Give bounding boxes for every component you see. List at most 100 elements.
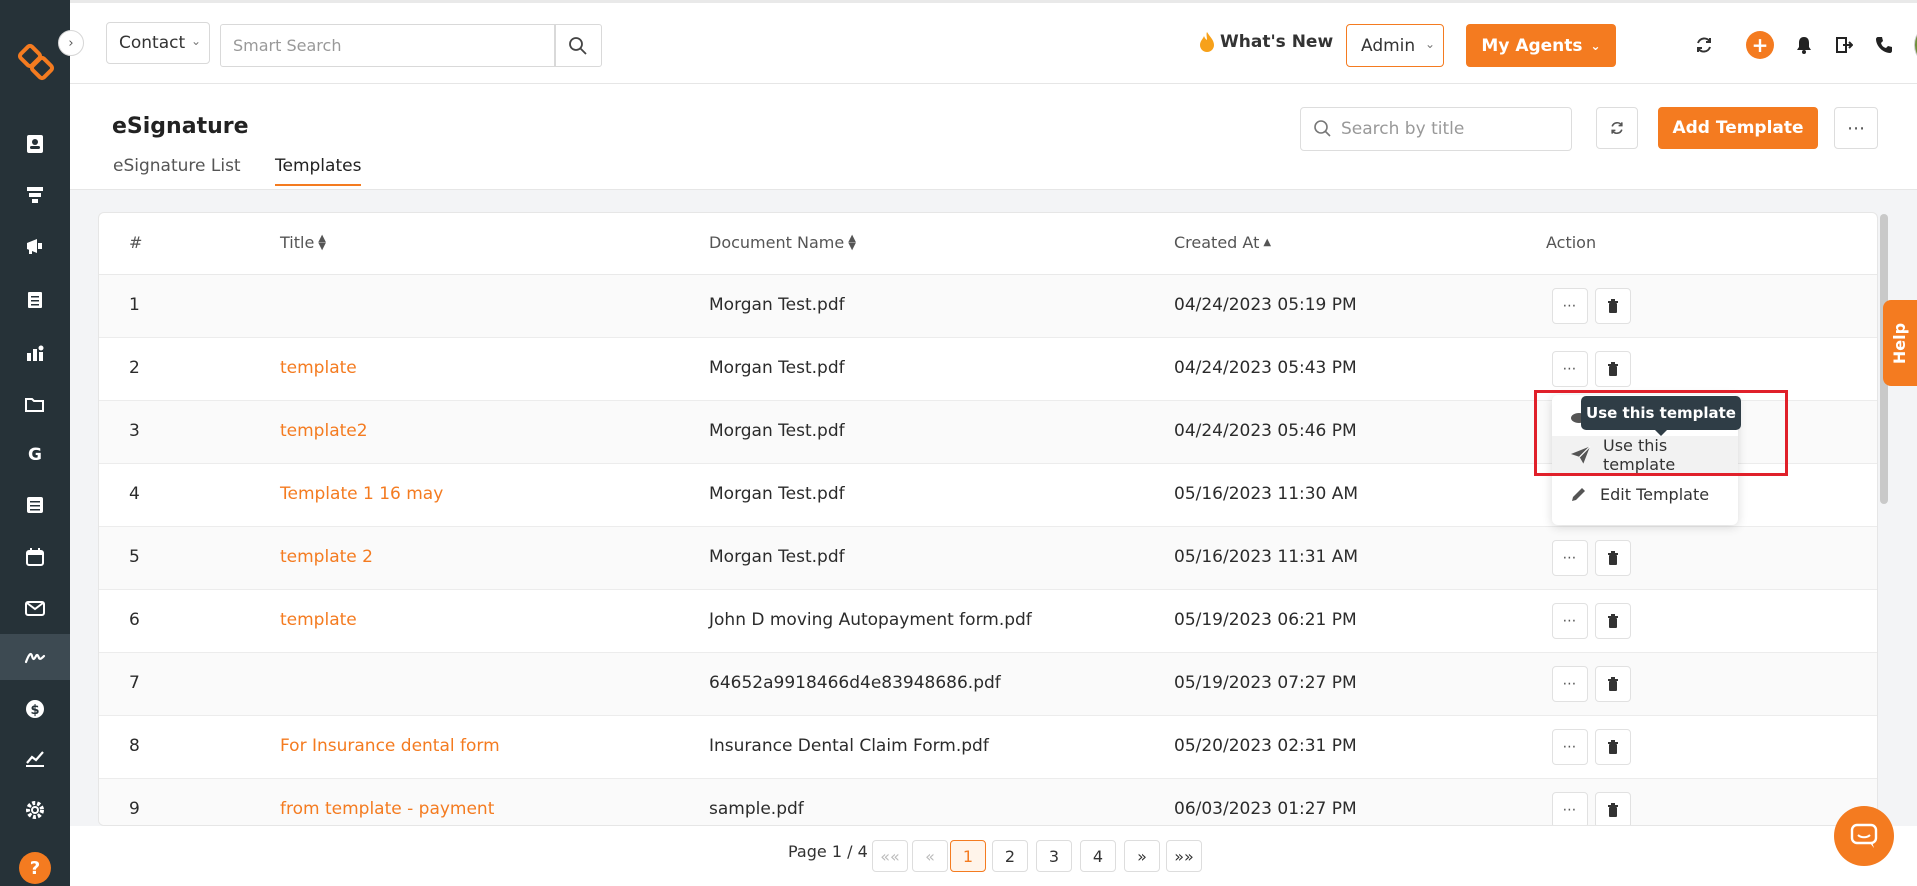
next-page-button[interactable]: » [1124,840,1160,872]
sidebar-item-sheets[interactable] [0,482,70,528]
help-icon[interactable]: ? [19,852,51,884]
pencil-icon [1572,488,1585,501]
row-delete-button[interactable] [1595,603,1631,639]
sidebar-item-reports[interactable] [0,736,70,782]
bell-icon[interactable] [1792,33,1816,57]
page-button-3[interactable]: 3 [1036,840,1072,872]
template-title-link[interactable]: template 2 [280,547,373,567]
chart-icon [26,751,44,767]
left-sidebar: G $ ? [0,0,70,886]
sidebar-item-lists[interactable] [0,277,70,323]
chat-icon[interactable] [1834,806,1894,866]
sidebar-item-google[interactable]: G [0,431,70,477]
menu-item-edit-template[interactable]: Edit Template [1552,475,1738,513]
edit-template-label: Edit Template [1600,484,1710,504]
row-more-button[interactable]: ⋯ [1552,729,1588,765]
column-header-created[interactable]: Created At ▲ [1174,233,1271,252]
add-template-button[interactable]: Add Template [1658,107,1818,149]
tab-esignature-list[interactable]: eSignature List [113,156,241,184]
last-page-button[interactable]: »» [1166,840,1202,872]
search-button[interactable] [554,24,602,67]
row-delete-button[interactable] [1595,729,1631,765]
table-row: 1 Morgan Test.pdf 04/24/2023 05:19 PM ⋯ [99,275,1877,338]
row-delete-button[interactable] [1595,666,1631,702]
sidebar-item-campaigns[interactable] [0,223,70,269]
table-row: 7 64652a9918466d4e83948686.pdf 05/19/2023 … [99,653,1877,716]
list-icon [28,292,42,308]
trash-icon [1608,614,1618,628]
sidebar-toggle-chevron-icon[interactable]: › [58,30,84,56]
my-agents-button[interactable]: My Agents ⌄ [1466,24,1616,67]
row-number: 1 [129,295,140,315]
chevron-down-icon: ⌄ [190,34,201,48]
row-delete-button[interactable] [1595,351,1631,387]
page-button-2[interactable]: 2 [992,840,1028,872]
row-delete-button[interactable] [1595,540,1631,576]
app-root: G $ ? › Contact ⌄ Smart Search What's Ne… [0,0,1917,886]
row-number: 6 [129,610,140,630]
phone-icon[interactable] [1872,33,1896,57]
sidebar-item-mail[interactable] [0,585,70,631]
sort-icon: ▲ ▼ [318,232,326,252]
document-name: 64652a9918466d4e83948686.pdf [709,673,1001,693]
prev-page-button[interactable]: « [912,840,948,872]
admin-select[interactable]: Admin ⌄ [1346,24,1444,67]
created-at: 05/19/2023 06:21 PM [1174,610,1357,630]
template-title-link[interactable]: from template - payment [280,799,494,819]
add-icon[interactable]: + [1746,31,1774,59]
help-side-tab[interactable]: Help [1883,300,1917,386]
template-title-link[interactable]: template [280,610,357,630]
row-delete-button[interactable] [1595,792,1631,825]
first-page-button[interactable]: «« [872,840,908,872]
sidebar-item-esignature[interactable] [0,634,70,680]
row-number: 4 [129,484,140,504]
row-more-button[interactable]: ⋯ [1552,666,1588,702]
row-more-button[interactable]: ⋯ [1552,792,1588,825]
logout-icon[interactable] [1832,33,1856,57]
row-more-button[interactable]: ⋯ [1552,351,1588,387]
my-agents-label: My Agents [1481,35,1583,56]
brand-logo[interactable] [16,42,56,82]
sidebar-item-billing[interactable]: $ [0,686,70,732]
sidebar-item-team[interactable] [0,330,70,376]
table-row: 8 For Insurance dental form Insurance Dent… [99,716,1877,779]
sidebar-item-pipeline[interactable] [0,172,70,218]
smart-search-input[interactable]: Smart Search [220,24,556,67]
more-options-button[interactable]: ⋯ [1834,107,1878,149]
column-header-title[interactable]: Title ▲ ▼ [280,233,326,252]
sort-icon: ▲ ▼ [848,232,856,252]
sidebar-item-calendar[interactable] [0,534,70,580]
template-title-link[interactable]: template [280,358,357,378]
template-title-link[interactable]: For Insurance dental form [280,736,500,756]
title-search-input[interactable]: Search by title [1300,107,1572,151]
sidebar-item-files[interactable] [0,381,70,427]
created-at: 04/24/2023 05:43 PM [1174,358,1357,378]
page-button-4[interactable]: 4 [1080,840,1116,872]
row-more-button[interactable]: ⋯ [1552,603,1588,639]
folder-icon [25,398,44,412]
page-button-1[interactable]: 1 [950,840,986,872]
row-number: 8 [129,736,140,756]
row-more-button[interactable]: ⋯ [1552,540,1588,576]
document-name: Morgan Test.pdf [709,295,845,315]
annotation-highlight-box [1534,390,1788,476]
row-more-button[interactable]: ⋯ [1552,288,1588,324]
sync-icon[interactable] [1692,33,1716,57]
fire-icon [1200,32,1214,52]
sidebar-item-contacts[interactable] [0,121,70,167]
sidebar-item-settings[interactable] [0,787,70,833]
row-delete-button[interactable] [1595,288,1631,324]
template-title-link[interactable]: Template 1 16 may [280,484,443,504]
document-name: Morgan Test.pdf [709,484,845,504]
contact-type-select[interactable]: Contact ⌄ [106,22,210,64]
table-row: 5 template 2 Morgan Test.pdf 05/16/2023 11:… [99,527,1877,590]
whats-new-link[interactable]: What's New [1198,31,1333,53]
table-header: # Title ▲ ▼ Document Name ▲ ▼ Created At ▲ Ac… [99,213,1877,275]
column-header-document[interactable]: Document Name ▲ ▼ [709,233,856,252]
sort-asc-icon: ▲ [1263,236,1272,248]
chevron-down-icon: ⌄ [1424,37,1435,51]
template-title-link[interactable]: template2 [280,421,368,441]
pagination: Page 1 / 4 «« « 1 2 3 4 » »» [70,826,1917,886]
tab-templates[interactable]: Templates [275,156,362,186]
refresh-button[interactable] [1596,107,1638,149]
